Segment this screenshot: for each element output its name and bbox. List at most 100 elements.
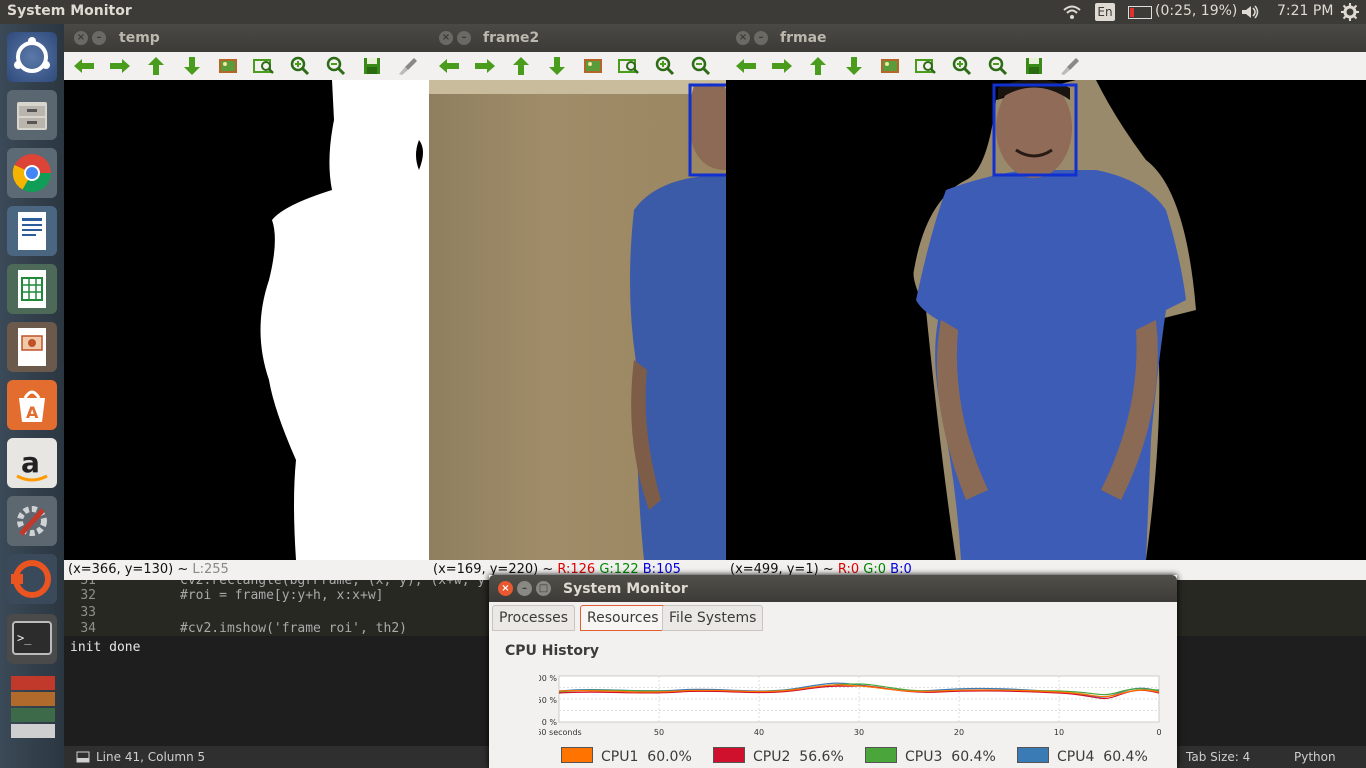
minimize-icon[interactable]: – [457,31,471,45]
x-tick-label: 40 [754,728,764,737]
ubuntu-one-icon[interactable] [7,554,57,604]
properties-icon[interactable] [396,56,420,76]
color-swatch[interactable] [1017,747,1049,763]
x-tick-label: 60 seconds [539,728,582,737]
zoom-out-icon[interactable] [689,56,713,76]
x-tick-label: 20 [954,728,964,737]
arrow-left-icon[interactable] [72,56,96,76]
launcher: A a >_ [0,24,64,768]
arrow-down-icon[interactable] [180,56,204,76]
ubuntu-dash-icon[interactable] [7,32,57,82]
arrow-down-icon[interactable] [545,56,569,76]
arrow-right-icon[interactable] [473,56,497,76]
maximize-icon[interactable]: □ [536,581,551,596]
arrow-up-icon[interactable] [144,56,168,76]
properties-icon[interactable] [1058,56,1082,76]
tab-file-systems[interactable]: File Systems [662,605,764,631]
clock[interactable]: 7:21 PM [1277,3,1333,19]
x-tick-label: 10 [1054,728,1064,737]
image-toolbar [64,52,429,80]
workspace-stack-icon[interactable] [7,672,57,742]
active-app-title: System Monitor [7,3,132,19]
terminal-icon[interactable]: >_ [7,614,57,664]
close-icon[interactable]: × [439,31,453,45]
close-icon[interactable]: × [498,581,513,596]
image-view[interactable] [429,80,726,560]
cpu-history-chart: 100 % 50 % 0 % 60 seconds 50 40 30 20 10… [539,674,1161,737]
battery-status[interactable]: (0:25, 19%) [1155,3,1237,19]
calc-icon[interactable] [7,264,57,314]
legend-cpu3[interactable]: CPU3 60.4% [865,747,996,765]
color-swatch[interactable] [865,747,897,763]
image-toolbar [726,52,1366,80]
titlebar: × – □ System Monitor [489,575,1177,602]
top-panel: System Monitor En (0:25, 19%) 7:21 PM [0,0,1366,24]
window-title: temp [119,30,160,46]
zoom-in-icon[interactable] [653,56,677,76]
minimize-icon[interactable]: – [754,31,768,45]
console-output: init done [70,640,141,655]
impress-icon[interactable] [7,322,57,372]
zoom-out-icon[interactable] [324,56,348,76]
image-icon[interactable] [878,56,902,76]
session-gear-icon[interactable] [1341,3,1359,21]
zoom-out-icon[interactable] [986,56,1010,76]
zoom-fit-icon[interactable] [617,56,641,76]
zoom-in-icon[interactable] [288,56,312,76]
code-line: 32 #roi = frame[y:y+h, x:x+w] [80,588,384,603]
arrow-right-icon[interactable] [108,56,132,76]
color-swatch[interactable] [561,747,593,763]
keyboard-icon[interactable]: En [1095,3,1115,21]
titlebar: × – temp [64,24,429,52]
window-title: System Monitor [563,581,688,597]
legend-cpu1[interactable]: CPU1 60.0% [561,747,692,765]
image-icon[interactable] [581,56,605,76]
arrow-down-icon[interactable] [842,56,866,76]
x-tick-label: 0 [1156,728,1161,737]
window-temp: × – temp (x=366, y=130) ~ L:255 [64,24,429,580]
titlebar: × – frame2 [429,24,726,52]
section-title: CPU History [505,643,599,659]
window-frmae: × – frmae (x=499, y=1) ~ R:0 G:0 B:0 [726,24,1366,580]
system-settings-icon[interactable] [7,496,57,546]
arrow-left-icon[interactable] [437,56,461,76]
tab-resources[interactable]: Resources [580,605,666,631]
arrow-up-icon[interactable] [806,56,830,76]
image-icon[interactable] [216,56,240,76]
arrow-left-icon[interactable] [734,56,758,76]
cursor-position: Line 41, Column 5 [96,750,206,764]
software-center-icon[interactable]: A [7,380,57,430]
arrow-right-icon[interactable] [770,56,794,76]
legend-cpu4[interactable]: CPU4 60.4% [1017,747,1148,765]
minimize-icon[interactable]: – [92,31,106,45]
arrow-up-icon[interactable] [509,56,533,76]
amazon-icon[interactable]: a [7,438,57,488]
battery-icon[interactable] [1128,6,1152,19]
syntax-selector[interactable]: Python [1294,746,1336,768]
chrome-icon[interactable] [7,148,57,198]
save-icon[interactable] [1022,56,1046,76]
legend-cpu2[interactable]: CPU2 56.6% [713,747,844,765]
close-icon[interactable]: × [74,31,88,45]
tab-size-selector[interactable]: Tab Size: 4 [1186,746,1250,768]
image-view[interactable] [726,80,1366,560]
writer-icon[interactable] [7,206,57,256]
minimize-icon[interactable]: – [517,581,532,596]
tab-processes[interactable]: Processes [492,605,576,631]
x-tick-label: 30 [854,728,864,737]
image-toolbar [429,52,782,80]
zoom-fit-icon[interactable] [914,56,938,76]
wifi-icon[interactable] [1062,4,1082,20]
system-monitor-window: × – □ System Monitor Processes Resources… [489,575,1177,768]
save-icon[interactable] [360,56,384,76]
files-icon[interactable] [7,90,57,140]
zoom-fit-icon[interactable] [252,56,276,76]
image-view[interactable] [64,80,429,560]
zoom-in-icon[interactable] [950,56,974,76]
color-swatch[interactable] [713,747,745,763]
close-icon[interactable]: × [736,31,750,45]
volume-icon[interactable] [1240,4,1260,20]
panel-toggle-icon[interactable] [76,751,90,763]
status-bar: (x=366, y=130) ~ L:255 [68,562,229,577]
window-title: frame2 [483,30,540,46]
